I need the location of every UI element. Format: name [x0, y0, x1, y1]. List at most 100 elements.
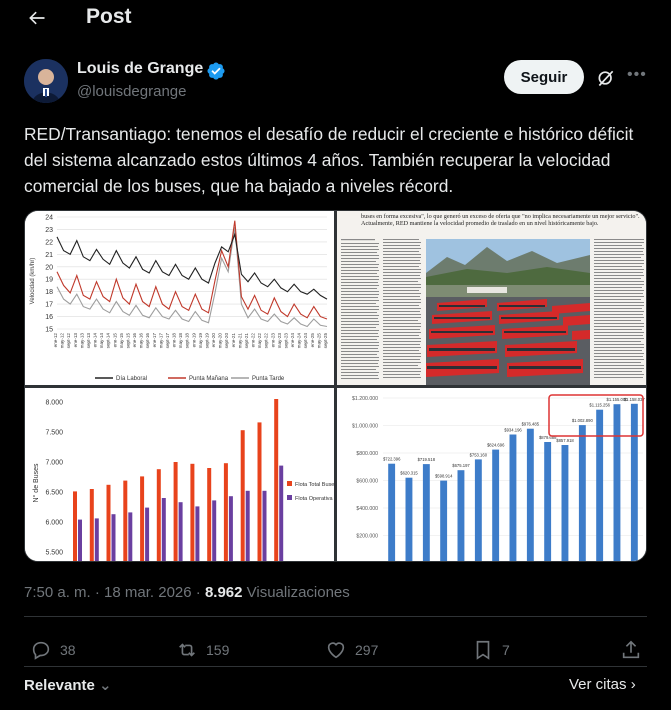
repost-button[interactable]: 159: [176, 638, 229, 662]
x-tick-label: sept-25: [323, 333, 328, 349]
legend-label: Punta Mañana: [189, 376, 229, 382]
bar: [240, 430, 245, 561]
fleet-bar-chart[interactable]: N° de Buses 8.000 7.500 7.000 6.500 6.000 5.5…: [25, 388, 334, 561]
x-tick-label: may-13: [79, 333, 84, 349]
y-tick-label: $1.000.000: [352, 424, 378, 430]
bookmark-button[interactable]: 7: [472, 638, 510, 662]
y-tick-label: $1.200.000: [352, 396, 378, 402]
bar: [262, 490, 267, 561]
x-tick-label: ene-20: [211, 333, 216, 348]
like-count: 297: [355, 642, 379, 658]
news-article-image[interactable]: buses en forma excesiva", lo que generó …: [337, 211, 646, 385]
bar: [195, 506, 200, 561]
x-tick-label: may-22: [257, 333, 262, 349]
x-tick-label: sept-17: [165, 333, 170, 349]
author-name[interactable]: Louis de Grange: [77, 60, 203, 78]
x-tick-label: sept-16: [145, 333, 150, 349]
deficit-bar-chart[interactable]: $1.200.000 $1.000.000 $800.000 $600.000 $400…: [337, 388, 646, 561]
x-tick-label: sept-18: [185, 333, 190, 349]
x-tick-label: sept-13: [86, 333, 91, 349]
x-tick-label: ene-25: [310, 333, 315, 348]
data-label: $675.197: [452, 463, 470, 468]
media-grid[interactable]: Velocidad (km/hr) 24 23 22 21 20 19 18 17 16 15 e…: [24, 210, 647, 562]
data-label: $620.315: [400, 471, 418, 476]
bar: [190, 463, 195, 561]
x-tick-label: may-19: [198, 333, 203, 349]
view-quotes-link[interactable]: Ver citas ›: [569, 676, 636, 693]
chevron-down-icon: ⌄: [94, 677, 112, 694]
post-timestamp[interactable]: 7:50 a. m. · 18 mar. 2026 ·: [24, 584, 205, 601]
bar: [578, 425, 586, 561]
follow-button[interactable]: Seguir: [504, 60, 584, 94]
bar: [492, 449, 500, 561]
tweet-text: RED/Transantiago: tenemos el desafío de …: [24, 124, 634, 196]
x-tick-label: sept-23: [283, 333, 288, 349]
y-tick-label: 20: [45, 264, 53, 271]
bar: [128, 512, 133, 561]
y-tick-label: 24: [45, 215, 53, 222]
x-tick-label: ene-22: [251, 333, 256, 348]
bar: [509, 434, 517, 561]
x-tick-label: may-15: [119, 333, 124, 349]
x-tick-label: sept-21: [244, 333, 249, 349]
grok-icon[interactable]: [596, 68, 616, 88]
post-meta: 7:50 a. m. · 18 mar. 2026 · 8.962 Visual…: [24, 584, 350, 601]
bar: [526, 428, 534, 561]
share-button[interactable]: [620, 638, 650, 662]
bar: [223, 463, 228, 561]
x-tick-label: ene-14: [93, 333, 98, 348]
more-options-icon[interactable]: •••: [627, 66, 647, 84]
bus-depot-photo: [426, 239, 590, 385]
reply-button[interactable]: 38: [30, 638, 76, 662]
y-tick-label: 18: [45, 289, 53, 296]
y-tick-label: $600.000: [356, 479, 378, 485]
bar: [630, 403, 638, 561]
legend-label: Flota Total Buses: [295, 482, 334, 488]
legend-label: Día Laboral: [116, 376, 147, 382]
x-tick-label: ene-17: [152, 333, 157, 348]
reply-icon: [32, 641, 50, 660]
heart-icon: [327, 642, 345, 659]
speed-line-chart[interactable]: Velocidad (km/hr) 24 23 22 21 20 19 18 17 16 15 e…: [25, 211, 334, 385]
bar: [212, 500, 217, 561]
bar: [228, 496, 233, 561]
x-tick-label: sept-19: [204, 333, 209, 349]
data-label: $857.918: [556, 438, 574, 443]
like-button[interactable]: 297: [325, 638, 378, 662]
bar: [422, 464, 430, 561]
x-tick-label: may-23: [277, 333, 282, 349]
bar: [73, 491, 77, 561]
y-tick-label: 5.500: [45, 550, 63, 557]
x-tick-label: ene-12: [53, 333, 58, 348]
bar: [145, 507, 150, 561]
back-arrow-icon[interactable]: [26, 8, 48, 28]
legend-label: Punta Tarde: [252, 376, 285, 382]
top-bar: Post: [0, 0, 671, 36]
page-title: Post: [86, 5, 132, 28]
data-label: $753.160: [470, 452, 488, 457]
bar: [89, 489, 94, 561]
views-count: 8.962: [204, 584, 243, 601]
x-tick-label: sept-24: [303, 333, 308, 349]
x-tick-label: may-17: [158, 333, 163, 349]
article-headline: buses en forma excesiva", lo que generó …: [361, 213, 640, 227]
bar: [140, 476, 145, 561]
bar: [245, 490, 250, 561]
bar: [279, 465, 284, 561]
x-tick-label: sept-20: [224, 333, 229, 349]
x-tick-label: may-24: [297, 333, 302, 349]
bar: [123, 480, 128, 561]
bar: [613, 404, 621, 561]
bar: [257, 422, 262, 561]
bar: [111, 514, 116, 561]
repost-icon: [179, 643, 195, 657]
bar: [561, 445, 569, 561]
y-tick-label: $800.000: [356, 451, 378, 457]
avatar[interactable]: [24, 59, 68, 103]
x-tick-label: may-20: [218, 333, 223, 349]
author-handle[interactable]: @louisdegrange: [77, 83, 186, 100]
y-tick-label: 15: [45, 327, 53, 334]
reply-count: 38: [60, 642, 76, 658]
data-label: $598.914: [435, 474, 453, 479]
sort-replies-dropdown[interactable]: Relevante ⌄: [24, 676, 112, 694]
